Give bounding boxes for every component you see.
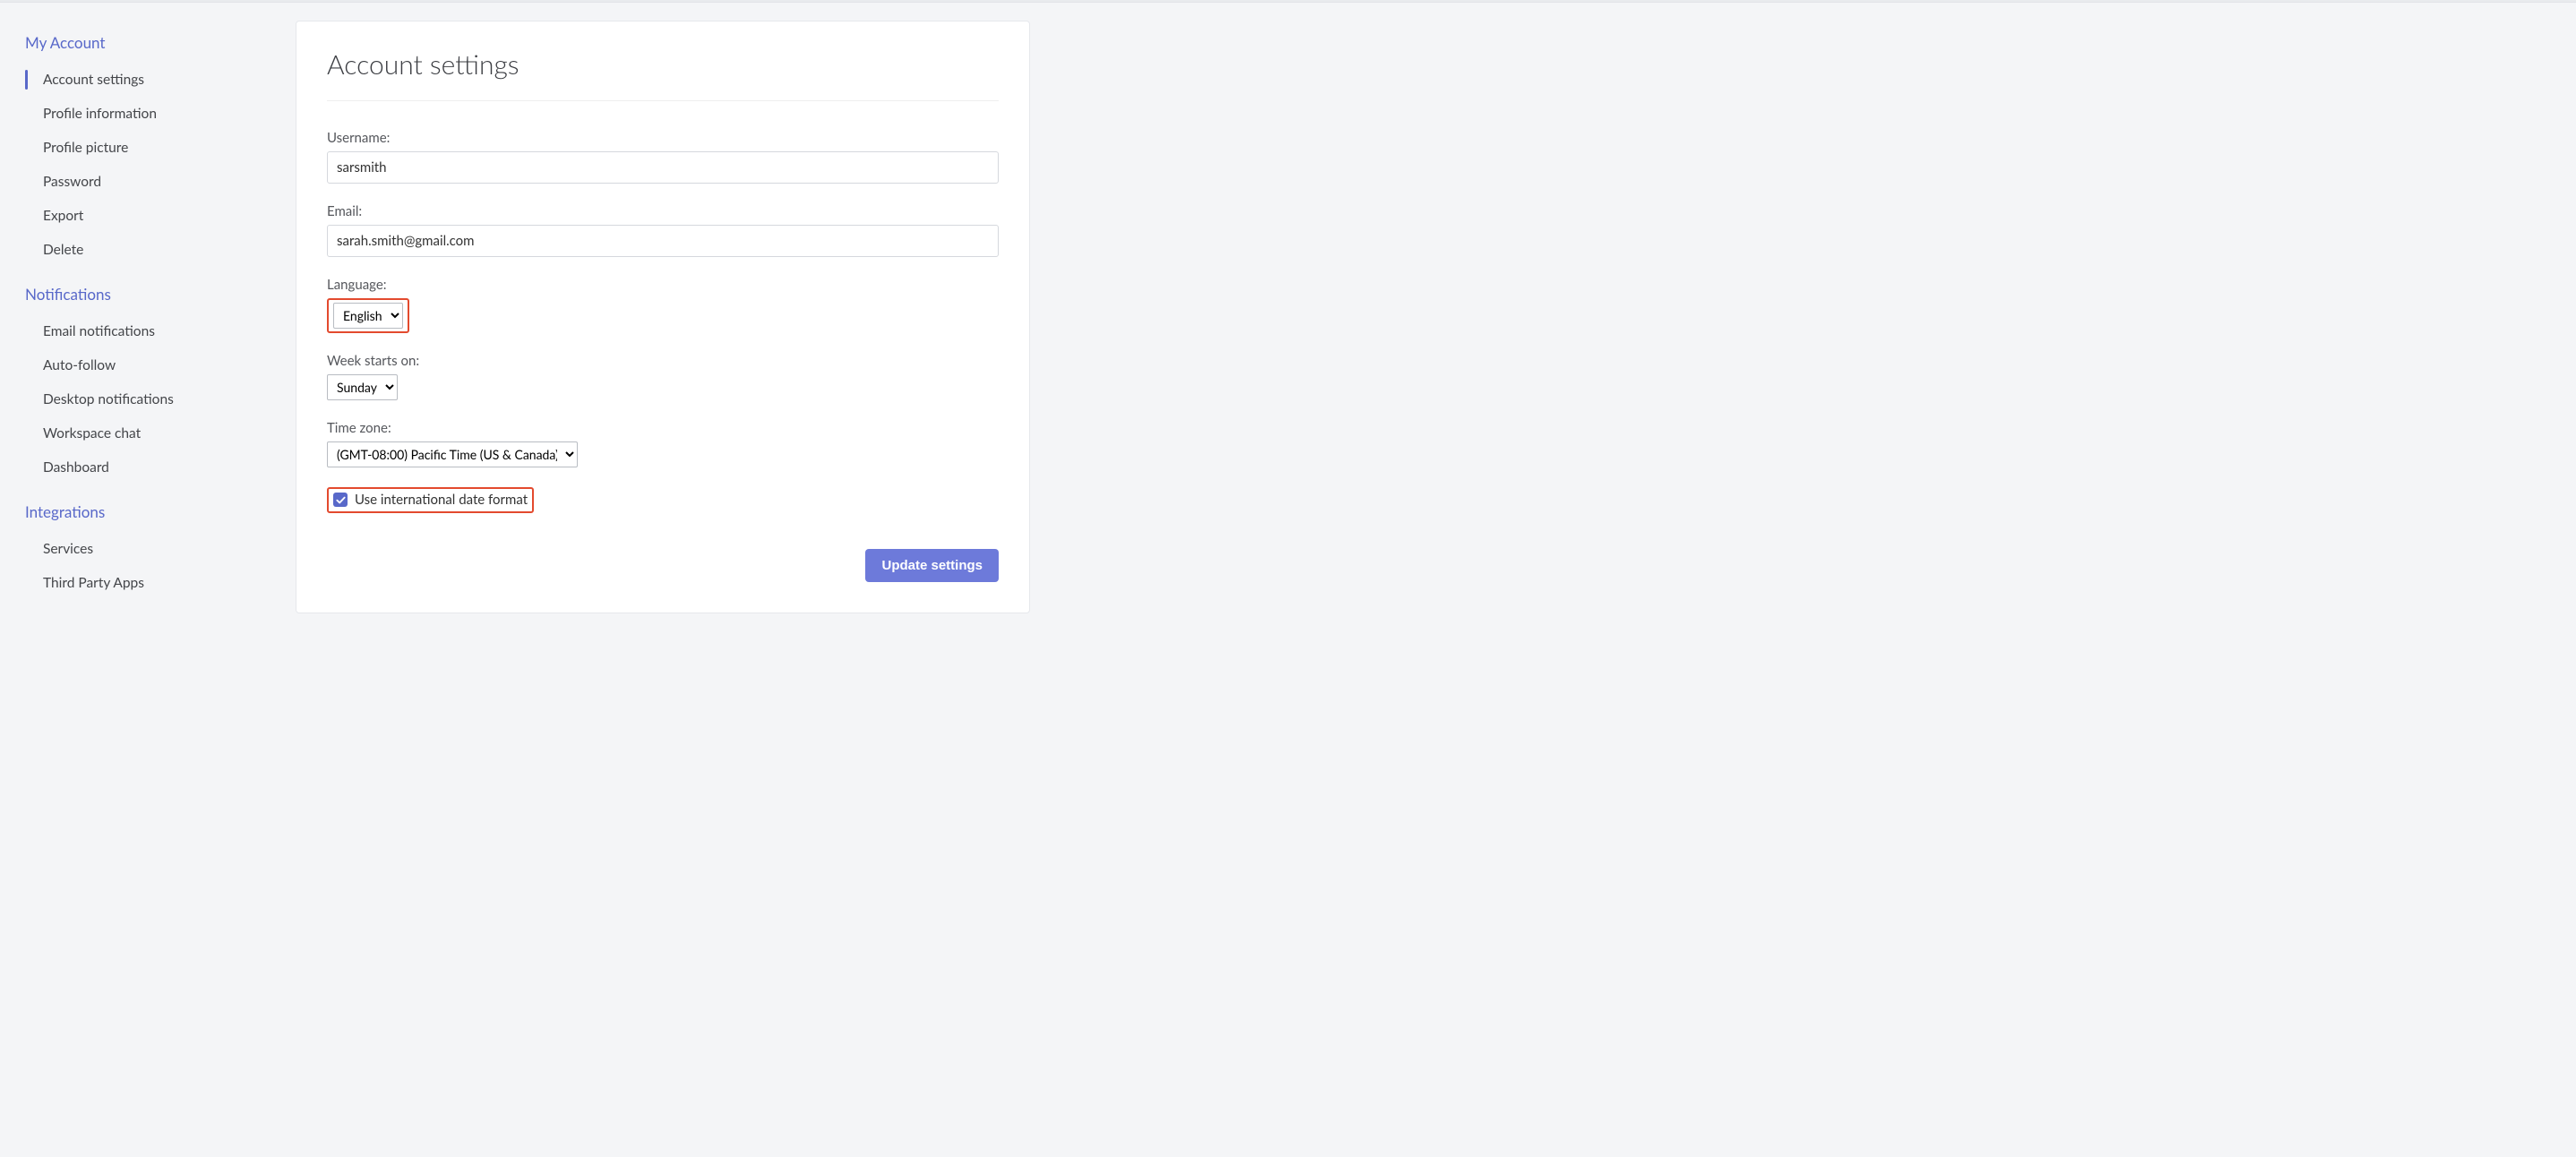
settings-card: Account settings Username: Email: Langua… <box>296 21 1030 613</box>
nav-auto-follow[interactable]: Auto-follow <box>18 348 278 382</box>
timezone-select[interactable]: (GMT-08:00) Pacific Time (US & Canada) <box>327 441 578 467</box>
intl-date-checkbox[interactable] <box>333 493 348 507</box>
nav-profile-picture[interactable]: Profile picture <box>18 131 278 165</box>
email-label: Email: <box>327 203 999 219</box>
username-input[interactable] <box>327 151 999 184</box>
page-title: Account settings <box>327 48 999 101</box>
nav-services[interactable]: Services <box>18 532 278 566</box>
username-label: Username: <box>327 130 999 146</box>
language-select[interactable]: English <box>333 303 403 329</box>
intl-date-highlight: Use international date format <box>327 487 534 513</box>
nav-delete[interactable]: Delete <box>18 233 278 267</box>
nav-desktop-notifications[interactable]: Desktop notifications <box>18 382 278 416</box>
timezone-label: Time zone: <box>327 420 999 436</box>
nav-account-settings[interactable]: Account settings <box>18 63 278 97</box>
week-label: Week starts on: <box>327 353 999 369</box>
sidebar-heading-account[interactable]: My Account <box>18 26 278 59</box>
intl-date-label: Use international date format <box>355 492 528 508</box>
settings-sidebar: My Account Account settings Profile info… <box>18 21 278 613</box>
check-icon <box>336 495 346 505</box>
sidebar-heading-notifications[interactable]: Notifications <box>18 278 278 311</box>
week-select[interactable]: Sunday <box>327 374 398 400</box>
language-label: Language: <box>327 277 999 293</box>
sidebar-heading-integrations[interactable]: Integrations <box>18 495 278 528</box>
nav-workspace-chat[interactable]: Workspace chat <box>18 416 278 450</box>
nav-password[interactable]: Password <box>18 165 278 199</box>
nav-profile-information[interactable]: Profile information <box>18 97 278 131</box>
nav-third-party-apps[interactable]: Third Party Apps <box>18 566 278 600</box>
nav-email-notifications[interactable]: Email notifications <box>18 314 278 348</box>
email-input[interactable] <box>327 225 999 257</box>
update-settings-button[interactable]: Update settings <box>865 549 999 582</box>
language-highlight: English <box>327 298 409 333</box>
nav-dashboard[interactable]: Dashboard <box>18 450 278 484</box>
nav-export[interactable]: Export <box>18 199 278 233</box>
